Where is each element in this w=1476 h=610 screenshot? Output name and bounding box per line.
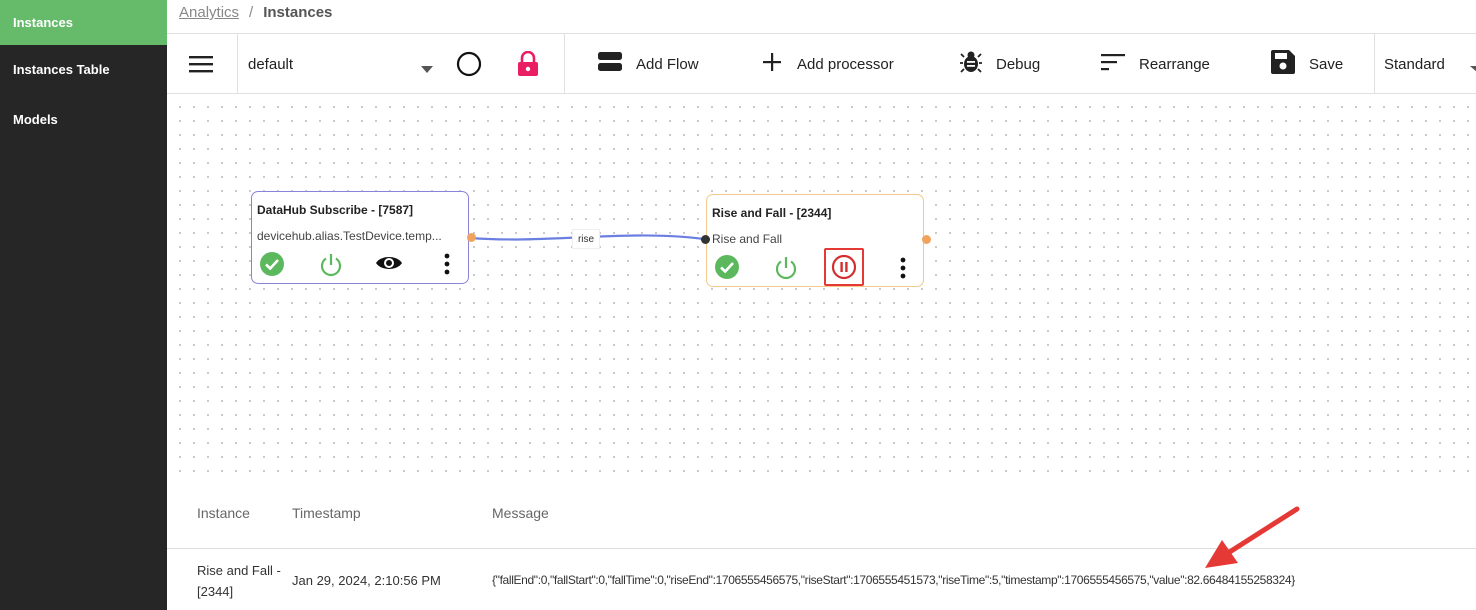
- save-icon: [1271, 50, 1295, 78]
- sidebar: Instances Instances Table Models: [0, 0, 167, 610]
- log-cell-instance: Rise and Fall - [2344]: [197, 560, 281, 602]
- chevron-down-icon: [421, 60, 433, 78]
- node-output-port[interactable]: [467, 233, 476, 242]
- node-output-port[interactable]: [922, 235, 931, 244]
- save-label: Save: [1309, 55, 1344, 73]
- flow-canvas[interactable]: rise DataHub Subscribe - [7587] devicehu…: [167, 94, 1476, 478]
- node-rise-and-fall[interactable]: Rise and Fall - [2344] Rise and Fall: [706, 194, 924, 287]
- sidebar-item-instances-table[interactable]: Instances Table: [0, 47, 167, 92]
- debug-button[interactable]: Debug: [960, 34, 1040, 94]
- breadcrumb: Analytics / Instances: [179, 4, 332, 21]
- eye-icon[interactable]: [375, 254, 403, 272]
- rearrange-button[interactable]: Rearrange: [1101, 34, 1210, 94]
- add-flow-icon: [598, 52, 622, 76]
- status-circle-icon[interactable]: [456, 34, 482, 94]
- pause-circle-icon: [831, 254, 857, 280]
- log-cell-timestamp: Jan 29, 2024, 2:10:56 PM: [292, 573, 441, 588]
- chevron-down-icon: [1470, 60, 1476, 78]
- power-icon[interactable]: [773, 255, 799, 281]
- toolbar: default Add Flow Add processor Debug Rea…: [167, 33, 1476, 94]
- check-circle-icon[interactable]: [714, 254, 740, 280]
- menu-icon[interactable]: [189, 34, 217, 94]
- flow-select[interactable]: default: [248, 34, 433, 94]
- sort-icon: [1101, 53, 1125, 75]
- plus-icon: [763, 53, 781, 75]
- add-flow-button[interactable]: Add Flow: [598, 34, 699, 94]
- save-button[interactable]: Save: [1271, 34, 1343, 94]
- add-flow-label: Add Flow: [636, 55, 699, 73]
- log-cell-message: {"fallEnd":0,"fallStart":0,"fallTime":0,…: [492, 573, 1295, 587]
- lock-icon[interactable]: [517, 34, 539, 94]
- add-processor-button[interactable]: Add processor: [763, 34, 894, 94]
- view-select-value: Standard: [1384, 55, 1445, 73]
- flow-select-value: default: [248, 55, 294, 73]
- log-instance-line1: Rise and Fall -: [197, 563, 281, 578]
- breadcrumb-link-analytics[interactable]: Analytics: [179, 4, 239, 21]
- node-title: Rise and Fall - [2344]: [712, 206, 832, 220]
- add-processor-label: Add processor: [797, 55, 894, 73]
- log-header-message: Message: [492, 505, 549, 521]
- sidebar-item-models[interactable]: Models: [0, 97, 167, 142]
- node-input-port[interactable]: [701, 235, 710, 244]
- log-header-instance: Instance: [197, 505, 250, 521]
- rearrange-label: Rearrange: [1139, 55, 1210, 73]
- bug-icon: [960, 51, 982, 77]
- check-circle-icon[interactable]: [259, 251, 285, 277]
- more-vert-icon[interactable]: [900, 257, 906, 279]
- node-datahub-subscribe[interactable]: DataHub Subscribe - [7587] devicehub.ali…: [251, 191, 469, 284]
- more-vert-icon[interactable]: [444, 253, 450, 275]
- log-header-timestamp: Timestamp: [292, 505, 361, 521]
- debug-label: Debug: [996, 55, 1041, 73]
- node-subtitle: Rise and Fall: [712, 232, 783, 246]
- breadcrumb-current: Instances: [263, 4, 333, 21]
- view-select[interactable]: Standard: [1384, 34, 1476, 94]
- breadcrumb-separator: /: [249, 4, 254, 21]
- pause-button[interactable]: [824, 248, 864, 286]
- log-header-divider: [167, 548, 1476, 549]
- log-instance-line2: [2344]: [197, 584, 234, 599]
- node-subtitle: devicehub.alias.TestDevice.temp...: [257, 229, 442, 243]
- edge-label: rise: [572, 229, 600, 249]
- node-title: DataHub Subscribe - [7587]: [257, 203, 414, 217]
- sidebar-item-instances[interactable]: Instances: [0, 0, 167, 45]
- power-icon[interactable]: [318, 252, 344, 278]
